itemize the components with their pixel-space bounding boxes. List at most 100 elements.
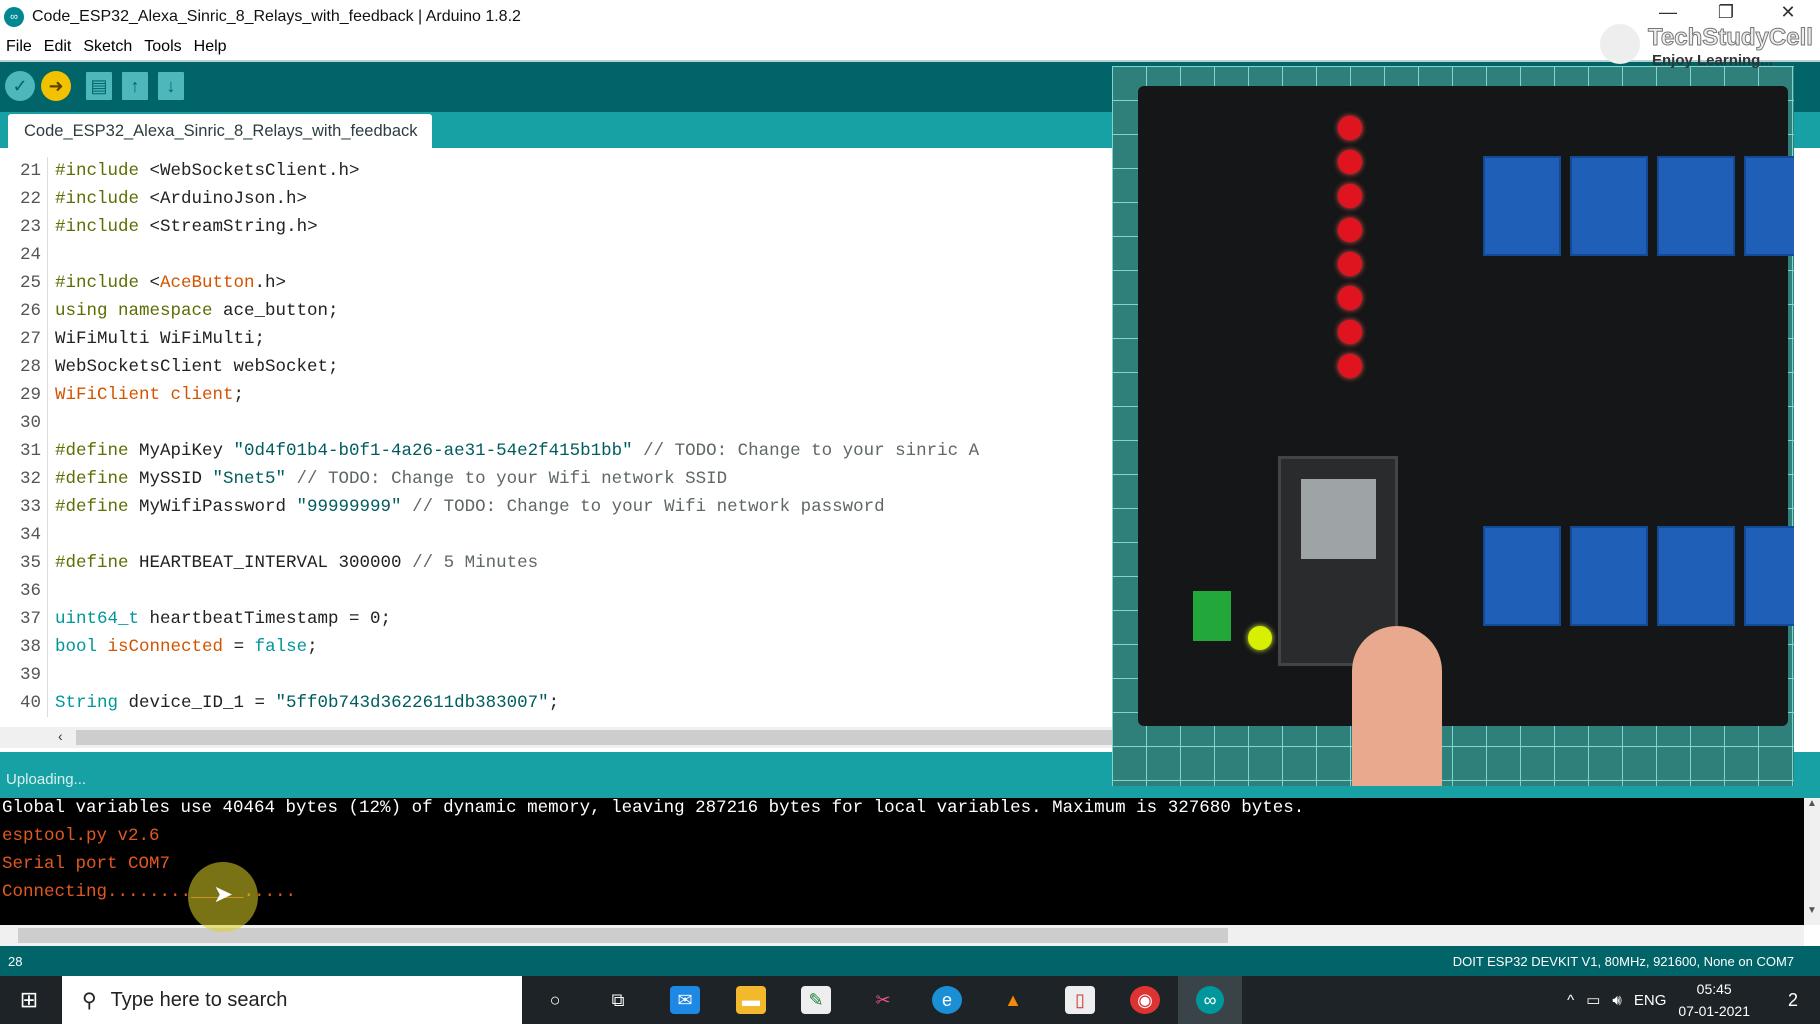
code-line[interactable]: 33 #define MyWifiPassword "99999999" // T… xyxy=(0,493,885,521)
app-icon[interactable]: ✎ xyxy=(801,986,831,1014)
code-line[interactable]: 29 WiFiClient client; xyxy=(0,381,244,409)
vlc-icon[interactable]: ▲ xyxy=(998,986,1028,1014)
code-line[interactable]: 39 xyxy=(0,661,55,689)
line-number: 28 xyxy=(8,954,23,969)
code-text: uint64_t heartbeatTimestamp = 0; xyxy=(48,609,391,629)
code-token: // 5 Minutes xyxy=(412,553,539,573)
code-line[interactable]: 34 xyxy=(0,521,55,549)
arduino-taskbar-icon[interactable]: ∞ xyxy=(1178,976,1242,1024)
menu-sketch[interactable]: Sketch xyxy=(77,38,138,56)
code-line[interactable]: 24 xyxy=(0,241,55,269)
code-token: ; xyxy=(233,385,245,405)
code-line[interactable]: 28 WebSocketsClient webSocket; xyxy=(0,353,339,381)
minimize-button[interactable]: — xyxy=(1648,2,1688,23)
code-line[interactable]: 25 #include <AceButton.h> xyxy=(0,269,286,297)
code-line[interactable]: 40 String device_ID_1 = "5ff0b743d3622611… xyxy=(0,689,559,717)
editor-horizontal-scrollbar[interactable]: ‹ xyxy=(0,727,1112,748)
scrollbar-thumb[interactable] xyxy=(76,730,1112,745)
line-number: 36 xyxy=(0,577,48,605)
status-message: Uploading... xyxy=(6,771,87,788)
edge-icon[interactable]: e xyxy=(932,986,962,1014)
code-token: WebSocketsClient webSocket; xyxy=(55,357,339,377)
notifications-icon[interactable]: 2 xyxy=(1778,986,1808,1014)
line-number: 30 xyxy=(0,409,48,437)
line-number: 22 xyxy=(0,185,48,213)
line-number: 34 xyxy=(0,521,48,549)
line-number: 40 xyxy=(0,689,48,717)
code-line[interactable]: 26 using namespace ace_button; xyxy=(0,297,339,325)
restore-button[interactable]: ❐ xyxy=(1706,2,1746,23)
open-sketch-icon[interactable]: ↑ xyxy=(122,72,148,100)
close-button[interactable]: ✕ xyxy=(1768,2,1808,23)
code-token: #define xyxy=(55,553,140,573)
save-sketch-icon[interactable]: ↓ xyxy=(158,72,184,100)
taskbar-search[interactable]: ⚲ Type here to search xyxy=(62,976,522,1024)
code-line[interactable]: 30 xyxy=(0,409,55,437)
code-line[interactable]: 35 #define HEARTBEAT_INTERVAL 300000 // 5… xyxy=(0,549,538,577)
chevron-up-icon[interactable]: ^ xyxy=(1567,992,1574,1009)
line-number: 27 xyxy=(0,325,48,353)
menu-tools[interactable]: Tools xyxy=(138,38,187,56)
volume-icon[interactable]: 🔊︎ xyxy=(1612,992,1621,1009)
code-text: bool isConnected = false; xyxy=(48,637,318,657)
menu-file[interactable]: File xyxy=(0,38,38,56)
code-line[interactable]: 32 #define MySSID "Snet5" // TODO: Change… xyxy=(0,465,727,493)
code-token: "Snet5" xyxy=(212,469,287,489)
clock[interactable]: 05:45 07-01-2021 xyxy=(1678,978,1750,1022)
console-line: esptool.py v2.6 xyxy=(2,826,160,846)
menu-bar: File Edit Sketch Tools Help xyxy=(0,34,1820,60)
search-icon: ⚲ xyxy=(82,989,97,1012)
tab-sketch[interactable]: Code_ESP32_Alexa_Sinric_8_Relays_with_fe… xyxy=(8,114,432,148)
code-line[interactable]: 36 xyxy=(0,577,55,605)
windows-start-icon[interactable]: ⊞ xyxy=(14,986,44,1014)
menu-edit[interactable]: Edit xyxy=(38,38,78,56)
cortana-icon[interactable]: ○ xyxy=(540,986,570,1014)
console-vertical-scrollbar[interactable]: ▲ ▼ xyxy=(1804,798,1820,925)
chrome-icon[interactable]: ◉ xyxy=(1130,986,1160,1014)
time: 05:45 xyxy=(1696,981,1732,997)
code-token: < xyxy=(149,273,161,293)
code-text: #include <WebSocketsClient.h> xyxy=(48,161,360,181)
new-sketch-icon[interactable]: ▤ xyxy=(86,72,112,100)
code-line[interactable]: 23 #include <StreamString.h> xyxy=(0,213,318,241)
code-token: MyWifiPassword xyxy=(139,497,297,517)
code-text: #include <StreamString.h> xyxy=(48,217,318,237)
code-line[interactable]: 37 uint64_t heartbeatTimestamp = 0; xyxy=(0,605,391,633)
code-line[interactable]: 31 #define MyApiKey "0d4f01b4-b0f1-4a26-a… xyxy=(0,437,979,465)
line-number: 35 xyxy=(0,549,48,577)
code-token: StreamString xyxy=(160,217,287,237)
video-overlay-pcb xyxy=(1112,66,1794,786)
code-text: String device_ID_1 = "5ff0b743d3622611db… xyxy=(48,693,559,713)
battery-icon[interactable]: ▭ xyxy=(1586,991,1600,1009)
document-icon[interactable]: ▯ xyxy=(1065,986,1095,1014)
task-view-icon[interactable]: ⧉ xyxy=(603,986,633,1014)
line-number: 28 xyxy=(0,353,48,381)
code-line[interactable]: 38 bool isConnected = false; xyxy=(0,633,318,661)
code-token: .h> xyxy=(286,217,318,237)
console-line: Serial port COM7 xyxy=(2,854,171,874)
scroll-left-icon[interactable]: ‹ xyxy=(58,728,63,744)
code-token: #include xyxy=(55,273,150,293)
scroll-down-icon[interactable]: ▼ xyxy=(1804,905,1820,916)
file-explorer-icon[interactable]: ▬ xyxy=(736,986,766,1014)
code-editor[interactable]: 21 #include <WebSocketsClient.h> 22 #includ… xyxy=(0,148,1112,727)
mail-icon[interactable]: ✉ xyxy=(670,986,700,1014)
code-line[interactable]: 27 WiFiMulti WiFiMulti; xyxy=(0,325,265,353)
menu-help[interactable]: Help xyxy=(188,38,233,56)
code-token: bool xyxy=(55,637,98,657)
watermark-brand: TechStudyCell xyxy=(1648,24,1814,52)
code-line[interactable]: 22 #include <ArduinoJson.h> xyxy=(0,185,307,213)
language-indicator[interactable]: ENG xyxy=(1634,992,1667,1009)
snip-icon[interactable]: ✂ xyxy=(868,986,898,1014)
code-text: #include <AceButton.h> xyxy=(48,273,286,293)
watermark-logo: TechStudyCell Enjoy Learning... xyxy=(1600,24,1813,69)
verify-icon[interactable]: ✓ xyxy=(5,71,35,101)
upload-icon[interactable]: ➜ xyxy=(41,71,71,101)
code-token: String xyxy=(55,693,119,713)
console-horizontal-scrollbar[interactable] xyxy=(0,925,1804,946)
scrollbar-thumb[interactable] xyxy=(18,928,1228,943)
scroll-up-icon[interactable]: ▲ xyxy=(1804,798,1820,809)
code-line[interactable]: 21 #include <WebSocketsClient.h> xyxy=(0,157,360,185)
console-line: Global variables use 40464 bytes (12%) o… xyxy=(2,798,1305,818)
line-number: 33 xyxy=(0,493,48,521)
